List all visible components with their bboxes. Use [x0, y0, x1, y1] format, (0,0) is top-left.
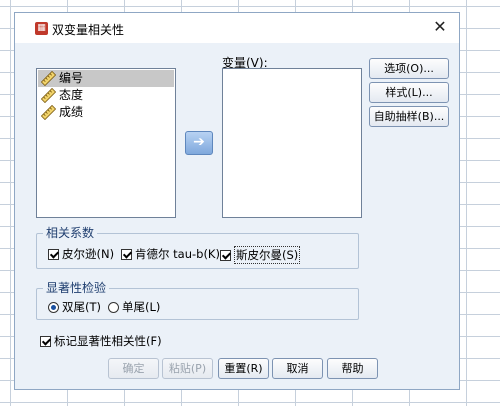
flag-significant-checkbox[interactable]	[40, 335, 51, 347]
list-item[interactable]: 编号	[38, 70, 174, 87]
dialog-title: 双变量相关性	[52, 23, 125, 37]
significance-group-legend: 显著性检验	[43, 281, 110, 295]
close-icon[interactable]: ✕	[429, 16, 451, 38]
variable-label: 态度	[59, 88, 84, 102]
kendall-checkbox[interactable]	[121, 248, 132, 260]
kendall-label: 肯德尔 tau-b(K)	[135, 247, 220, 261]
options-button[interactable]: 选项(O)...	[369, 58, 449, 79]
one-tailed-label: 单尾(L)	[122, 300, 161, 314]
significance-test-group: 显著性检验 双尾(T) 单尾(L)	[36, 281, 359, 320]
two-tailed-label: 双尾(T)	[62, 300, 101, 314]
source-variable-list[interactable]: 编号 态度 成绩	[36, 68, 176, 218]
paste-button[interactable]: 粘贴(P)	[162, 358, 213, 379]
list-item[interactable]: 态度	[38, 87, 174, 104]
title-bar[interactable]: ▦ 双变量相关性 ✕	[15, 13, 459, 43]
one-tailed-option[interactable]: 单尾(L)	[108, 299, 160, 315]
correlation-coefficients-group: 相关系数 皮尔逊(N) 肯德尔 tau-b(K) 斯皮尔曼(S)	[36, 226, 359, 269]
one-tailed-radio[interactable]	[108, 301, 119, 313]
pearson-option[interactable]: 皮尔逊(N)	[48, 246, 114, 262]
move-to-variables-button[interactable]: ➔	[185, 131, 213, 155]
style-button[interactable]: 样式(L)...	[369, 82, 449, 103]
variable-label: 编号	[59, 71, 84, 85]
correlation-group-legend: 相关系数	[43, 226, 98, 240]
list-item[interactable]: 成绩	[38, 104, 174, 121]
flag-significant-option[interactable]: 标记显著性相关性(F)	[40, 333, 162, 349]
pearson-label: 皮尔逊(N)	[62, 247, 115, 261]
two-tailed-option[interactable]: 双尾(T)	[48, 299, 101, 315]
two-tailed-radio[interactable]	[48, 301, 59, 313]
spss-app-icon: ▦	[35, 22, 48, 35]
scale-ruler-icon	[41, 105, 56, 120]
reset-button[interactable]: 重置(R)	[218, 358, 269, 379]
pearson-checkbox[interactable]	[48, 248, 59, 260]
bivariate-correlations-dialog: ▦ 双变量相关性 ✕ 编号 态度 成绩 ➔ 变量(V): 选项(O)... 样式…	[14, 12, 460, 390]
target-variable-list[interactable]	[222, 68, 362, 218]
cancel-button[interactable]: 取消	[272, 358, 323, 379]
variable-label: 成绩	[59, 105, 84, 119]
ok-button[interactable]: 确定	[108, 358, 159, 379]
kendall-option[interactable]: 肯德尔 tau-b(K)	[121, 246, 220, 262]
help-button[interactable]: 帮助	[327, 358, 378, 379]
spearman-option[interactable]: 斯皮尔曼(S)	[220, 246, 301, 264]
spearman-label: 斯皮尔曼(S)	[234, 246, 301, 264]
scale-ruler-icon	[41, 71, 56, 86]
arrow-right-icon: ➔	[193, 134, 205, 150]
spearman-checkbox[interactable]	[220, 249, 231, 261]
flag-significant-label: 标记显著性相关性(F)	[54, 334, 162, 348]
bootstrap-button[interactable]: 自助抽样(B)...	[369, 106, 449, 127]
scale-ruler-icon	[41, 88, 56, 103]
